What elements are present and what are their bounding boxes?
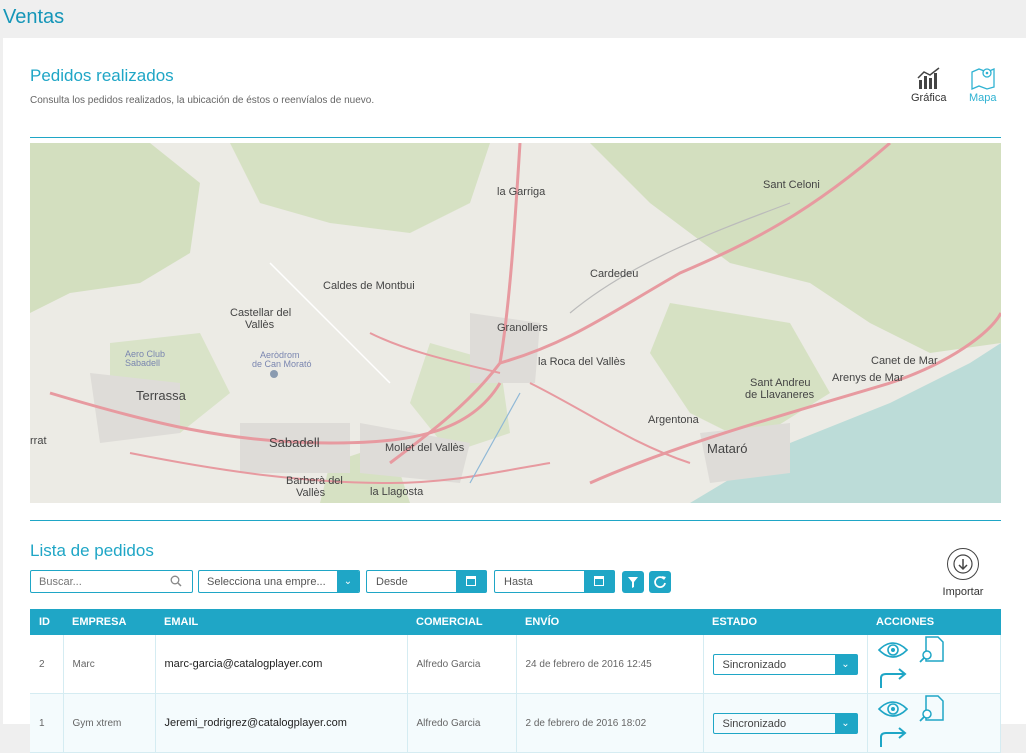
cell-email: Jeremi_rodrigrez@catalogplayer.com	[155, 693, 408, 753]
document-search-icon[interactable]	[919, 694, 945, 727]
import-label: Importar	[942, 586, 984, 598]
map-label: Cardedeu	[590, 268, 639, 280]
chevron-down-icon: ⌄	[337, 571, 359, 592]
map-label: la Roca del Vallès	[538, 356, 626, 368]
map-label: de Llavaneres	[745, 389, 815, 401]
column-header: ACCIONES	[867, 609, 1001, 635]
map-label: Vallès	[296, 487, 326, 499]
map-label: Canet de Mar	[871, 355, 938, 367]
search-input[interactable]	[30, 570, 193, 593]
status-value: Sincronizado	[722, 658, 787, 671]
map-label: rrat	[30, 435, 47, 447]
search-icon	[170, 575, 182, 587]
map-label: de Can Morató	[252, 359, 312, 369]
filter-button[interactable]	[622, 571, 644, 593]
divider	[30, 520, 1001, 521]
map-view-button[interactable]: Mapa	[969, 66, 997, 104]
resend-arrow-icon[interactable]	[877, 727, 909, 752]
calendar-icon[interactable]	[584, 571, 614, 592]
cell-estado: Sincronizado ⌄	[703, 693, 868, 753]
date-to-field[interactable]: Hasta	[494, 570, 615, 593]
table-row: 1 Gym xtrem Jeremi_rodrigrez@catalogplay…	[30, 693, 1001, 753]
cell-empresa: Marc	[63, 635, 156, 694]
column-header[interactable]: EMPRESA	[63, 609, 155, 635]
map-label: Argentona	[648, 414, 699, 426]
map-view-label: Mapa	[969, 92, 997, 104]
map-label: Barberà del	[286, 475, 343, 487]
cell-estado: Sincronizado ⌄	[703, 635, 868, 694]
map-label: Castellar del	[230, 307, 292, 319]
map-label: la Llagosta	[370, 486, 424, 498]
map-label: Mollet del Vallès	[385, 442, 465, 454]
document-search-icon[interactable]	[919, 635, 945, 668]
cell-comercial: Alfredo Garcia	[407, 635, 517, 694]
cell-email: marc-garcia@catalogplayer.com	[155, 635, 408, 694]
import-button[interactable]: Importar	[933, 548, 993, 598]
eye-icon[interactable]	[877, 640, 909, 663]
status-select[interactable]: Sincronizado ⌄	[712, 653, 858, 675]
app-header: Ventas	[0, 0, 1026, 38]
cell-actions	[867, 635, 1001, 694]
eye-icon[interactable]	[877, 699, 909, 722]
map-label: Terrassa	[136, 388, 186, 403]
chevron-down-icon: ⌄	[834, 713, 857, 733]
table-header: ID EMPRESA EMAIL COMERCIAL ENVÍO ESTADO …	[30, 609, 1001, 635]
cell-envio: 24 de febrero de 2016 12:45	[516, 635, 704, 694]
column-header[interactable]: ID	[30, 609, 63, 635]
orders-map[interactable]: la Garriga Sant Celoni Cardedeu Caldes d…	[30, 143, 1001, 503]
column-header[interactable]: COMERCIAL	[407, 609, 516, 635]
download-icon	[947, 548, 979, 580]
cell-actions	[867, 693, 1001, 753]
map-label: Sant Andreu	[750, 377, 811, 389]
column-header[interactable]: EMAIL	[155, 609, 407, 635]
cell-empresa: Gym xtrem	[63, 693, 156, 753]
calendar-icon[interactable]	[456, 571, 486, 592]
chevron-down-icon: ⌄	[834, 654, 857, 674]
cell-comercial: Alfredo Garcia	[407, 693, 517, 753]
orders-table: ID EMPRESA EMAIL COMERCIAL ENVÍO ESTADO …	[30, 609, 1001, 753]
date-to-placeholder: Hasta	[504, 576, 533, 588]
filter-icon	[628, 577, 638, 588]
map-label: Arenys de Mar	[832, 372, 904, 384]
page-title: Ventas	[3, 6, 65, 28]
resend-arrow-icon[interactable]	[877, 668, 909, 693]
map-label: Vallès	[245, 319, 275, 331]
orders-list-title: Lista de pedidos	[30, 541, 154, 560]
refresh-icon	[654, 576, 666, 588]
company-select[interactable]: Selecciona una empre... ⌄	[198, 570, 360, 593]
map-label: Sabadell	[125, 358, 161, 368]
orders-panel: Pedidos realizados Consulta los pedidos …	[3, 38, 1026, 753]
map-pin-icon	[971, 68, 995, 90]
map-label: Sant Celoni	[763, 179, 820, 191]
map-label: la Garriga	[497, 186, 546, 198]
divider	[30, 137, 1001, 138]
section-subtitle: Consulta los pedidos realizados, la ubic…	[30, 95, 375, 106]
map-label: Sabadell	[269, 435, 320, 450]
cell-envio: 2 de febrero de 2016 18:02	[516, 693, 704, 753]
date-from-placeholder: Desde	[376, 576, 408, 588]
map-label: Granollers	[497, 322, 548, 334]
status-select[interactable]: Sincronizado ⌄	[712, 712, 858, 734]
column-header[interactable]: ESTADO	[703, 609, 867, 635]
column-header[interactable]: ENVÍO	[516, 609, 703, 635]
map-label: Caldes de Montbui	[323, 280, 415, 292]
chart-view-button[interactable]: Gráfica	[911, 66, 946, 104]
date-from-field[interactable]: Desde	[366, 570, 487, 593]
refresh-button[interactable]	[649, 571, 671, 593]
cell-id: 2	[30, 635, 64, 694]
cell-id: 1	[30, 693, 64, 753]
table-row: 2 Marc marc-garcia@catalogplayer.com Alf…	[30, 635, 1001, 694]
company-select-value: Selecciona una empre...	[207, 576, 326, 588]
chart-view-label: Gráfica	[911, 92, 947, 104]
bar-chart-icon	[917, 67, 940, 89]
section-title: Pedidos realizados	[30, 66, 174, 85]
map-label: Mataró	[707, 441, 748, 456]
